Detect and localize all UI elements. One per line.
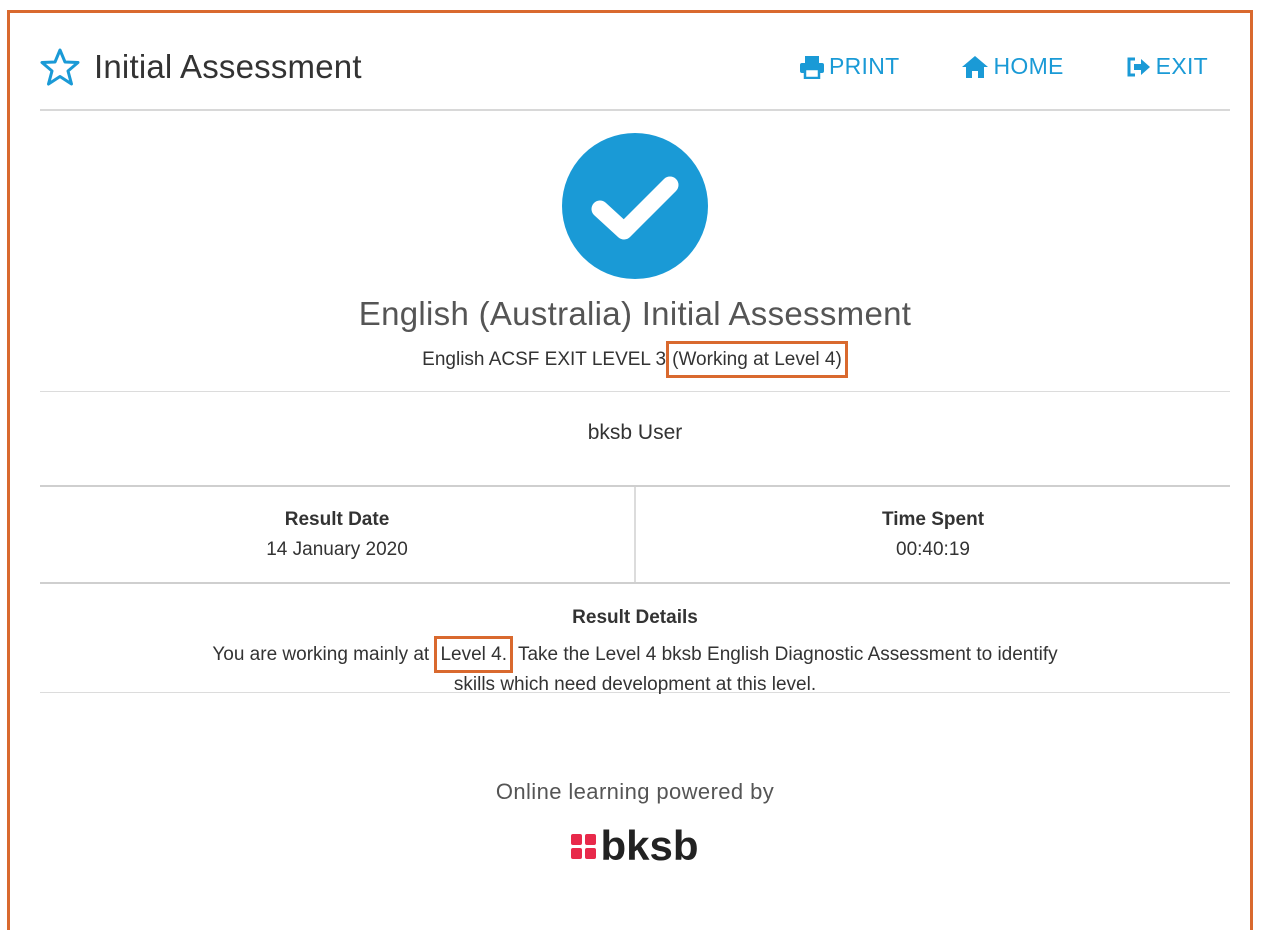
home-icon xyxy=(961,55,993,79)
powered-by-text: Online learning powered by xyxy=(495,779,775,804)
home-label: HOME xyxy=(993,53,1064,79)
top-nav: PRINT HOME EXIT xyxy=(737,53,1208,80)
home-button[interactable]: HOME xyxy=(961,53,1063,80)
page-title: Initial Assessment xyxy=(94,48,362,85)
sign-out-icon xyxy=(1126,56,1156,78)
result-date-cell: Result Date 14 January 2020 xyxy=(40,487,634,582)
result-details: Result Details You are working mainly at… xyxy=(40,584,1230,696)
level-line: English ACSF EXIT LEVEL 3 (Working at Lev… xyxy=(40,341,1230,378)
assessment-title: English (Australia) Initial Assessment xyxy=(358,295,912,332)
print-label: PRINT xyxy=(828,53,900,79)
details-text-line2: skills which need development at this le… xyxy=(453,674,817,696)
exit-button[interactable]: EXIT xyxy=(1126,53,1208,80)
result-date-value: 14 January 2020 xyxy=(266,539,408,560)
time-spent-value: 00:40:19 xyxy=(896,539,970,560)
level-prefix: English ACSF EXIT LEVEL 3 xyxy=(422,349,667,370)
stats-row: Result Date 14 January 2020 Time Spent 0… xyxy=(40,487,1230,582)
working-level-highlight: (Working at Level 4) xyxy=(666,341,848,378)
level-highlight: Level 4. xyxy=(434,636,514,673)
exit-label: EXIT xyxy=(1155,53,1208,79)
result-summary: English (Australia) Initial Assessment E… xyxy=(40,111,1230,378)
logo-text: bksb xyxy=(600,822,699,869)
star-outline-icon xyxy=(40,47,80,87)
footer: Online learning powered by bksb xyxy=(40,693,1230,867)
result-date-label: Result Date xyxy=(284,509,390,530)
result-details-label: Result Details xyxy=(572,607,698,628)
bksb-logo: bksb xyxy=(571,822,699,869)
title-wrap: Initial Assessment xyxy=(40,47,362,87)
logo-mark-icon xyxy=(571,833,597,859)
page-frame: Initial Assessment PRINT HOME EXIT Engli… xyxy=(7,10,1253,930)
time-spent-label: Time Spent xyxy=(881,509,985,530)
details-text-after: Take the Level 4 bksb English Diagnostic… xyxy=(513,644,1058,665)
check-circle-icon xyxy=(562,133,708,279)
print-button[interactable]: PRINT xyxy=(799,53,900,80)
time-spent-cell: Time Spent 00:40:19 xyxy=(634,487,1230,582)
content: Initial Assessment PRINT HOME EXIT Engli… xyxy=(40,13,1230,867)
header: Initial Assessment PRINT HOME EXIT xyxy=(40,13,1230,111)
printer-icon xyxy=(799,55,829,79)
details-text-before: You are working mainly at xyxy=(212,644,430,665)
user-name: bksb User xyxy=(587,421,683,444)
